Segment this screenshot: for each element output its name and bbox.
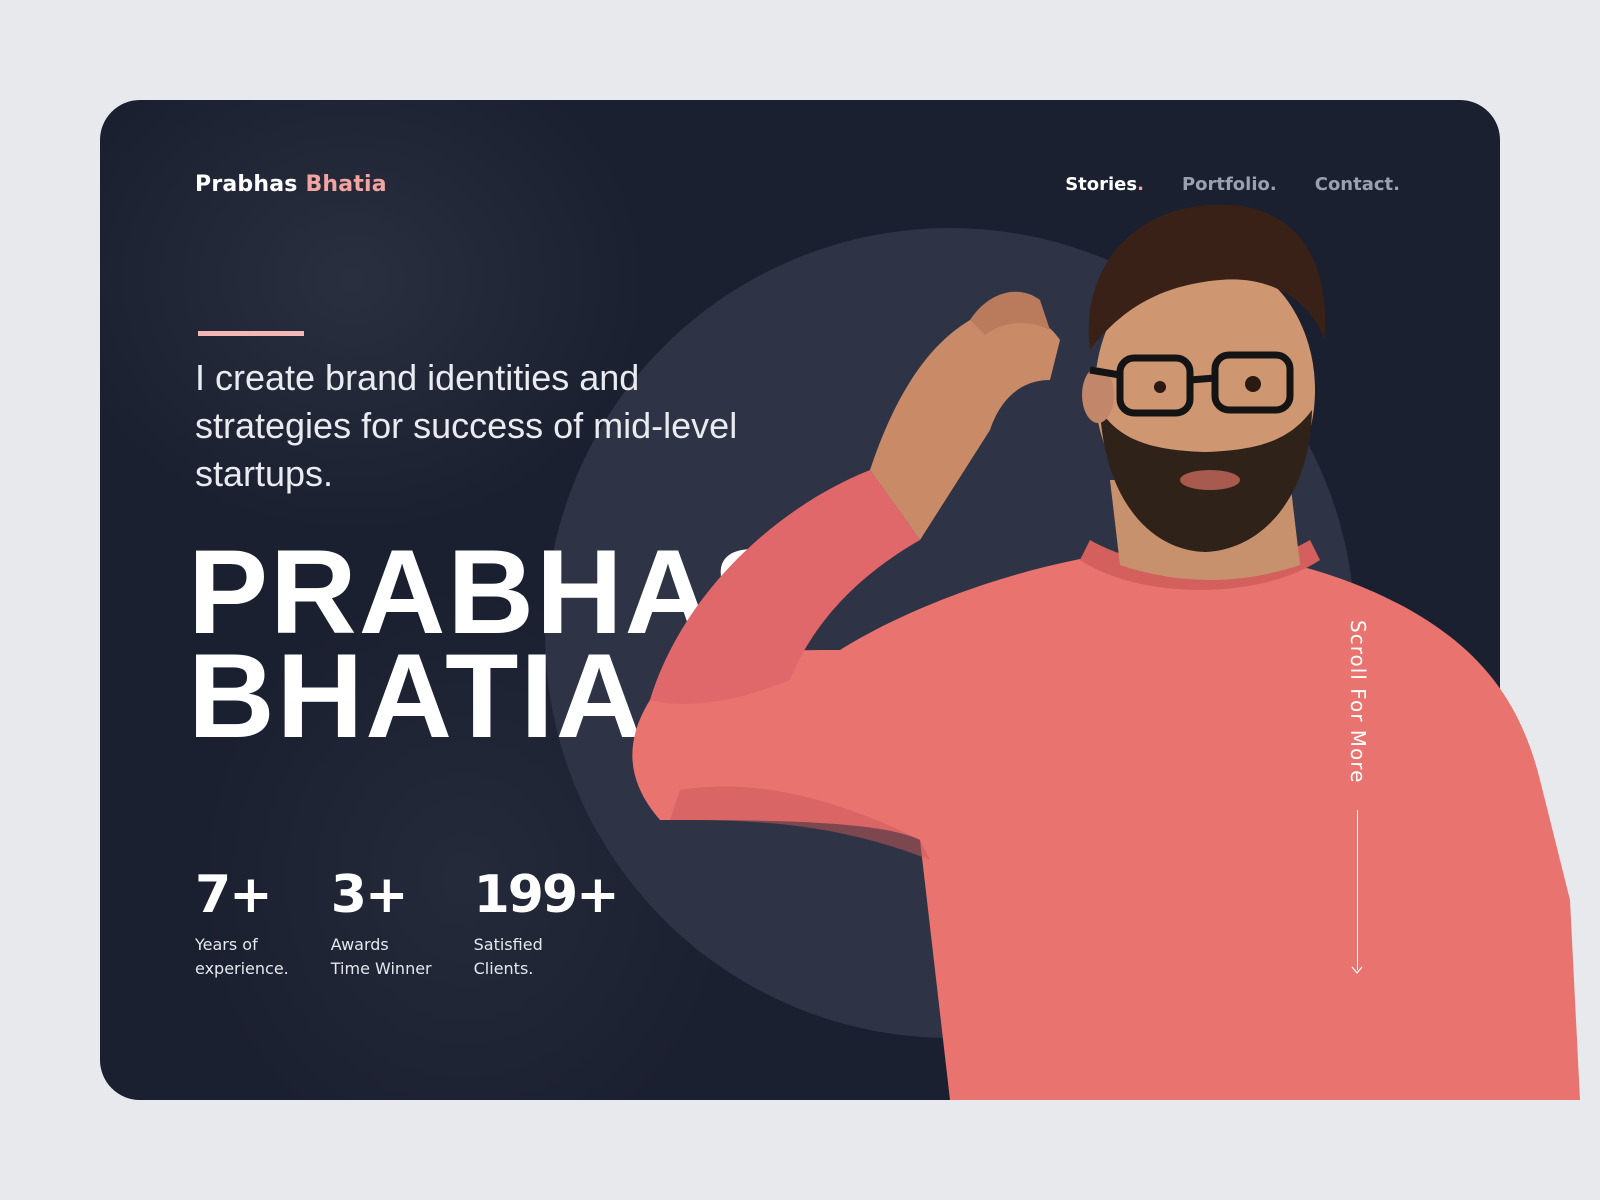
stat-years: 7+ Years of experience. <box>195 865 289 981</box>
accent-divider <box>198 331 304 336</box>
brand-logo[interactable]: Prabhas Bhatia <box>195 172 387 197</box>
stat-label: Awards Time Winner <box>330 935 432 978</box>
arrow-down-icon <box>1351 966 1363 974</box>
scroll-label: Scroll For More <box>1346 620 1370 784</box>
portrait-photo <box>632 204 1580 1100</box>
stat-value: 199+ <box>473 865 620 925</box>
stat-value: 3+ <box>330 865 409 925</box>
stat-clients: 199+ Satisfied Clients. <box>473 865 620 981</box>
stat-label: Satisfied Clients. <box>473 935 543 978</box>
brand-last-name: Bhatia <box>305 172 387 197</box>
stat-value: 7+ <box>195 865 273 925</box>
scroll-indicator[interactable]: Scroll For More <box>1338 620 1378 980</box>
scroll-line <box>1357 810 1358 970</box>
stat-awards: 3+ Awards Time Winner <box>331 865 432 981</box>
stats-row: 7+ Years of experience. 3+ Awards Time W… <box>195 865 620 981</box>
brand-first-name: Prabhas <box>195 172 298 197</box>
hand <box>870 311 1060 540</box>
stat-label: Years of experience. <box>195 935 289 978</box>
